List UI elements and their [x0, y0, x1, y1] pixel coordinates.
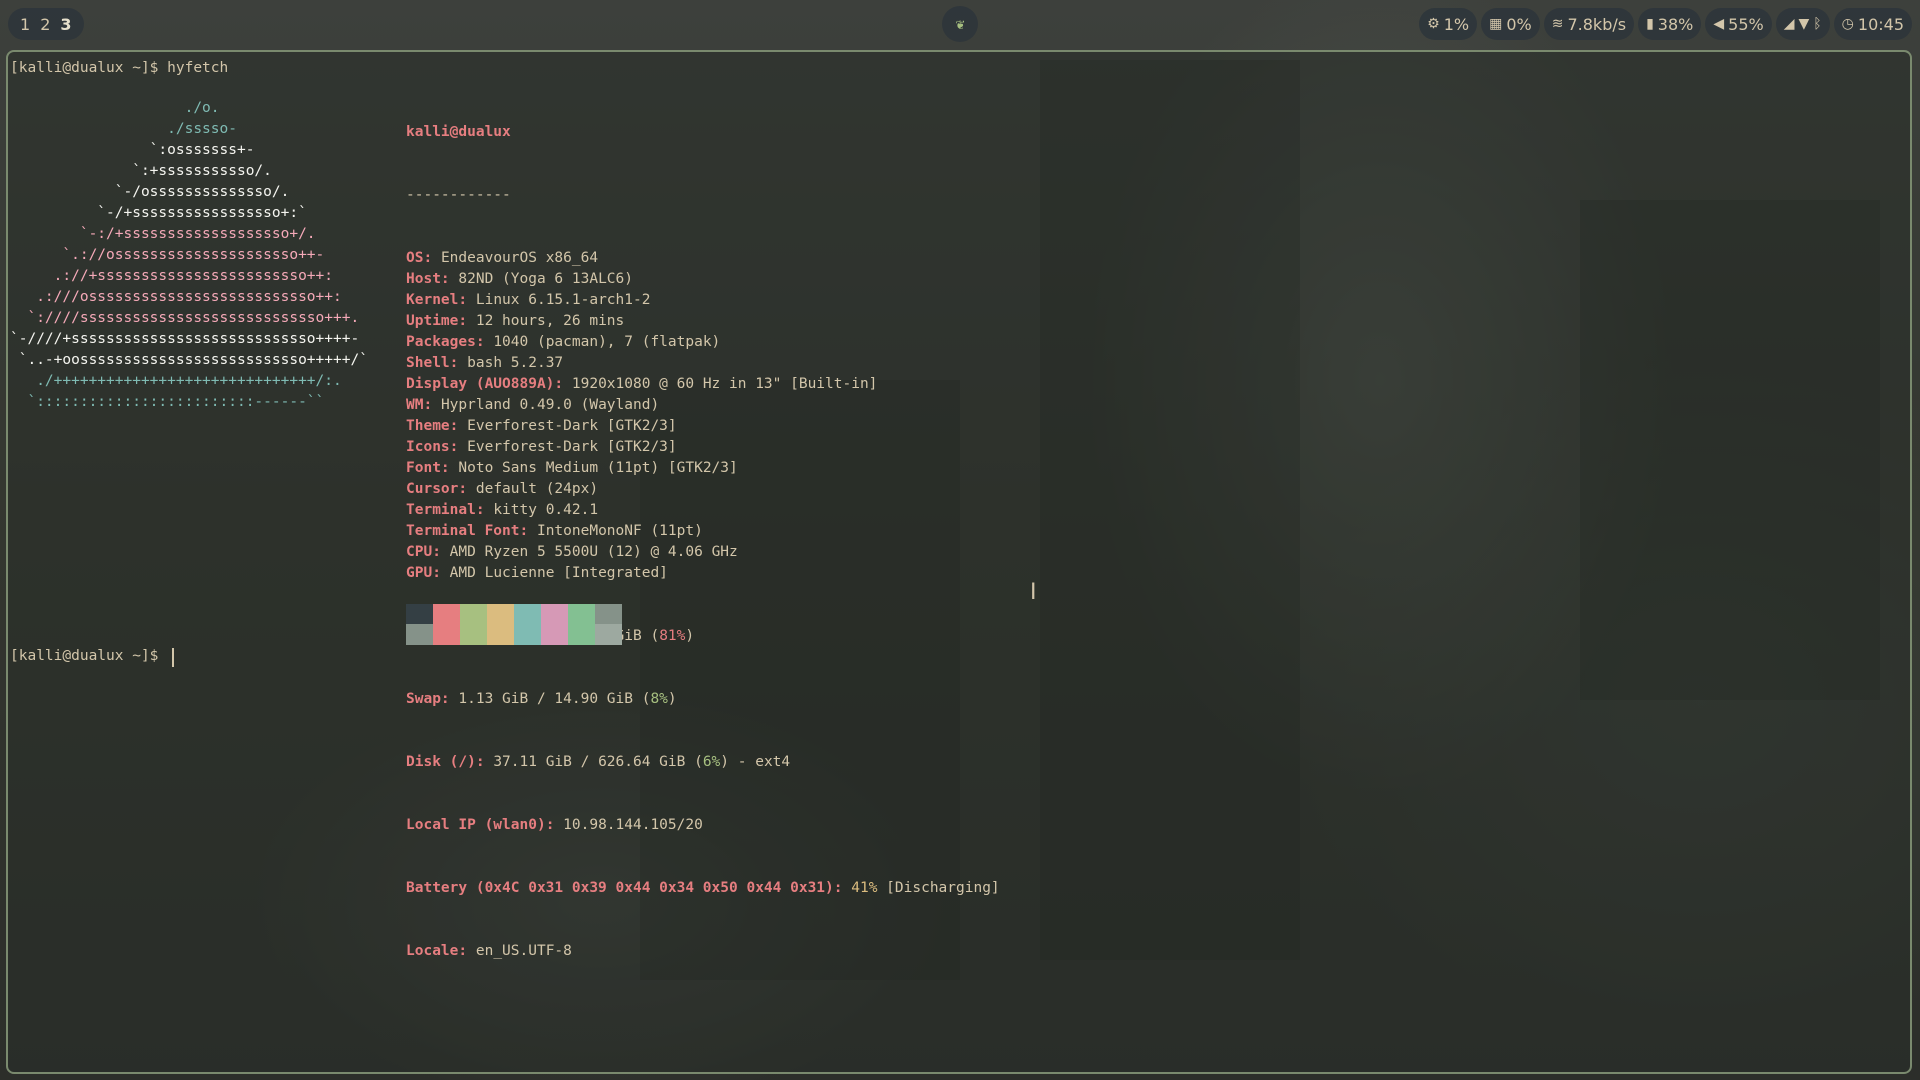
- info-row: Terminal: kitty 0.42.1: [406, 502, 599, 518]
- palette-swatch: [460, 604, 487, 645]
- logo-line: `.://osssssssssssssssssssso++-: [10, 247, 325, 263]
- palette-swatch: [514, 604, 541, 645]
- info-local-ip: Local IP (wlan0): 10.98.144.105/20: [406, 817, 703, 833]
- logo-line: `-/+sssssssssssssssso+:`: [10, 205, 307, 221]
- info-row: Terminal Font: IntoneMonoNF (11pt): [406, 523, 703, 539]
- logo-line: .://+ssssssssssssssssssssssso++:: [10, 268, 334, 284]
- info-row: Font: Noto Sans Medium (11pt) [GTK2/3]: [406, 460, 738, 476]
- info-separator: ------------: [406, 187, 511, 203]
- info-row: CPU: AMD Ryzen 5 5500U (12) @ 4.06 GHz: [406, 544, 738, 560]
- palette-swatch: [487, 604, 514, 645]
- battery-icon: ▮: [1646, 16, 1654, 32]
- prompt: [kalli@dualux ~]$: [10, 648, 159, 664]
- logo-line: `:osssssss+-: [10, 142, 255, 158]
- logo-line: `:+sssssssssso/.: [10, 163, 272, 179]
- info-row: WM: Hyprland 0.49.0 (Wayland): [406, 397, 660, 413]
- color-palette: [406, 604, 622, 645]
- palette-swatch: [541, 604, 568, 645]
- system-info: kalli@dualux ------------ OS: EndeavourO…: [406, 80, 1000, 983]
- clock-module[interactable]: ◷ 10:45: [1833, 8, 1912, 40]
- logo-line: `-:/+sssssssssssssssssso+/.: [10, 226, 316, 242]
- info-row: Kernel: Linux 6.15.1-arch1-2: [406, 292, 651, 308]
- workspaces: 1 2 3: [8, 8, 84, 40]
- palette-swatch: [406, 604, 433, 645]
- palette-swatch: [568, 604, 595, 645]
- info-row: Shell: bash 5.2.37: [406, 355, 564, 371]
- logo-line: `-/ossssssssssssso/.: [10, 184, 290, 200]
- logo-line: `:::::::::::::::::::::::::------``: [10, 394, 325, 410]
- info-row: Theme: Everforest-Dark [GTK2/3]: [406, 418, 677, 434]
- cpu-icon: ⚙: [1427, 16, 1440, 32]
- info-row: OS: EndeavourOS x86_64: [406, 250, 599, 266]
- info-row: Uptime: 12 hours, 26 mins: [406, 313, 625, 329]
- distro-logo: ./o. ./sssso- `:osssssss+- `:+ssssssssss…: [10, 98, 368, 413]
- wifi-icon: ≋: [1551, 16, 1564, 32]
- battery-module[interactable]: ▮ 38%: [1638, 8, 1702, 40]
- memory-module[interactable]: ▦ 0%: [1481, 8, 1540, 40]
- info-row: GPU: AMD Lucienne [Integrated]: [406, 565, 668, 581]
- text-cursor: [172, 648, 174, 667]
- info-row: Cursor: default (24px): [406, 481, 599, 497]
- volume-value: 55%: [1728, 14, 1764, 34]
- active-prompt-line[interactable]: [kalli@dualux ~]$: [10, 648, 158, 664]
- cpu-value: 1%: [1443, 14, 1470, 34]
- info-battery: Battery (0x4C 0x31 0x39 0x44 0x34 0x50 0…: [406, 880, 1000, 896]
- logo-line: `:////ssssssssssssssssssssssssssso+++.: [10, 310, 360, 326]
- tray-module[interactable]: ◢ ▼ ᛒ: [1775, 8, 1830, 40]
- logo-line: ./++++++++++++++++++++++++++++++/:.: [10, 373, 342, 389]
- logo-line: `-////+ssssssssssssssssssssssssssso++++-: [10, 331, 360, 347]
- volume-module[interactable]: ◀ 55%: [1705, 8, 1772, 40]
- command-line: [kalli@dualux ~]$ hyfetch: [10, 60, 228, 76]
- info-row: Host: 82ND (Yoga 6 13ALC6): [406, 271, 633, 287]
- clock-icon: ◷: [1841, 16, 1854, 32]
- info-row: Icons: Everforest-Dark [GTK2/3]: [406, 439, 677, 455]
- workspace-1[interactable]: 1: [18, 15, 32, 34]
- info-swap: Swap: 1.13 GiB / 14.90 GiB (8%): [406, 691, 677, 707]
- memory-icon: ▦: [1489, 16, 1503, 32]
- prompt: [kalli@dualux ~]$: [10, 60, 159, 76]
- command: hyfetch: [167, 60, 229, 76]
- palette-swatch: [595, 604, 622, 645]
- info-row: Display (AUO889A): 1920x1080 @ 60 Hz in …: [406, 376, 878, 392]
- memory-value: 0%: [1506, 14, 1532, 34]
- network-module[interactable]: ≋ 7.8kb/s: [1543, 8, 1635, 40]
- network-value: 7.8kb/s: [1567, 14, 1627, 34]
- workspace-2[interactable]: 2: [38, 15, 52, 34]
- logo-line: ./sssso-: [10, 121, 237, 137]
- clock-value: 10:45: [1857, 14, 1904, 34]
- cpu-module[interactable]: ⚙ 1%: [1419, 8, 1478, 40]
- info-locale: Locale: en_US.UTF-8: [406, 943, 572, 959]
- info-row: Packages: 1040 (pacman), 7 (flatpak): [406, 334, 721, 350]
- wifi-tray-icon[interactable]: ▼: [1798, 16, 1809, 32]
- palette-swatch: [433, 604, 460, 645]
- battery-value: 38%: [1657, 14, 1694, 34]
- info-disk: Disk (/): 37.11 GiB / 626.64 GiB (6%) - …: [406, 754, 791, 770]
- workspace-3[interactable]: 3: [58, 15, 73, 34]
- status-modules: ⚙ 1% ▦ 0% ≋ 7.8kb/s ▮ 38% ◀ 55% ◢ ▼ ᛒ ◷ …: [1419, 8, 1912, 40]
- speaker-icon: ◀: [1713, 16, 1725, 32]
- ibeam-cursor-icon: I: [1030, 580, 1037, 605]
- logo-line: `..-+oossssssssssssssssssssssssso+++++/`: [10, 352, 368, 368]
- leaf-icon[interactable]: ❦: [942, 6, 978, 42]
- signal-icon[interactable]: ◢: [1784, 16, 1795, 32]
- logo-line: .:///ossssssssssssssssssssssssso++:: [10, 289, 342, 305]
- info-title: kalli@dualux: [406, 124, 511, 140]
- logo-line: ./o.: [10, 100, 220, 116]
- bluetooth-icon[interactable]: ᛒ: [1813, 16, 1821, 32]
